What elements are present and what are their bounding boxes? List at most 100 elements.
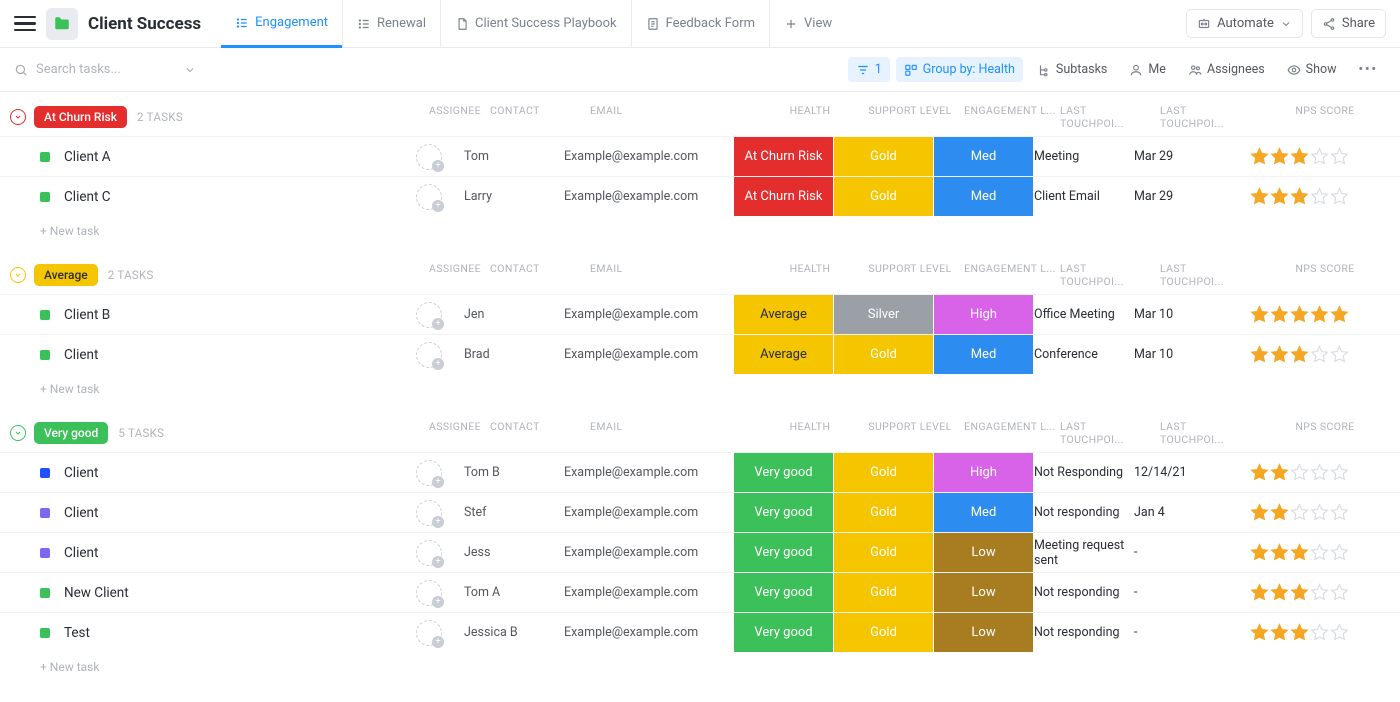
task-name[interactable]: Test — [64, 625, 394, 641]
chevron-down-icon[interactable] — [184, 64, 196, 76]
assignee-placeholder-icon[interactable] — [416, 144, 442, 170]
tab-feedback-form[interactable]: Feedback Form — [631, 0, 769, 47]
table-row[interactable]: Test Jessica B Example@example.com Very … — [0, 612, 1400, 652]
nps-cell[interactable] — [1234, 533, 1364, 572]
status-square[interactable] — [40, 508, 50, 518]
tab-engagement[interactable]: Engagement — [221, 1, 342, 48]
chip[interactable]: Gold — [834, 335, 934, 374]
groupby-button[interactable]: Group by: Health — [896, 57, 1023, 82]
chip[interactable]: Gold — [834, 453, 934, 492]
assignee-cell[interactable] — [394, 613, 464, 652]
search-input-wrap[interactable] — [14, 62, 224, 77]
table-row[interactable]: Client Brad Example@example.com AverageG… — [0, 334, 1400, 374]
collapse-toggle[interactable] — [10, 267, 26, 283]
table-row[interactable]: Client Tom B Example@example.com Very go… — [0, 452, 1400, 492]
assignee-cell[interactable] — [394, 335, 464, 374]
table-row[interactable]: Client B Jen Example@example.com Average… — [0, 294, 1400, 334]
status-square[interactable] — [40, 468, 50, 478]
chip[interactable]: At Churn Risk — [734, 177, 834, 216]
tab-renewal[interactable]: Renewal — [342, 0, 440, 47]
table-row[interactable]: New Client Tom A Example@example.com Ver… — [0, 572, 1400, 612]
status-square[interactable] — [40, 588, 50, 598]
nps-cell[interactable] — [1234, 335, 1364, 374]
status-square[interactable] — [40, 192, 50, 202]
assignee-cell[interactable] — [394, 533, 464, 572]
chip[interactable]: Med — [934, 177, 1034, 216]
collapse-toggle[interactable] — [10, 109, 26, 125]
group-pill[interactable]: Very good — [34, 422, 108, 444]
status-square[interactable] — [40, 548, 50, 558]
filter-button[interactable]: 1 — [848, 57, 890, 82]
folder-icon[interactable] — [46, 8, 78, 40]
nps-cell[interactable] — [1234, 453, 1364, 492]
new-task-button[interactable]: + New task — [0, 652, 1400, 682]
chip[interactable]: Med — [934, 335, 1034, 374]
assignees-button[interactable]: Assignees — [1180, 57, 1273, 82]
share-button[interactable]: Share — [1311, 9, 1386, 38]
assignee-placeholder-icon[interactable] — [416, 460, 442, 486]
menu-icon[interactable] — [14, 13, 36, 35]
chip[interactable]: Very good — [734, 533, 834, 572]
chip[interactable]: Low — [934, 533, 1034, 572]
nps-cell[interactable] — [1234, 493, 1364, 532]
status-square[interactable] — [40, 350, 50, 360]
automate-button[interactable]: Automate — [1186, 9, 1303, 38]
chip[interactable]: Med — [934, 493, 1034, 532]
task-name[interactable]: Client B — [64, 307, 394, 323]
status-square[interactable] — [40, 310, 50, 320]
chip[interactable]: Gold — [834, 493, 934, 532]
subtasks-button[interactable]: Subtasks — [1029, 57, 1115, 82]
status-square[interactable] — [40, 152, 50, 162]
chip[interactable]: Gold — [834, 613, 934, 652]
assignee-cell[interactable] — [394, 295, 464, 334]
task-name[interactable]: Client C — [64, 189, 394, 205]
group-pill[interactable]: At Churn Risk — [34, 106, 127, 128]
nps-cell[interactable] — [1234, 573, 1364, 612]
add-view-button[interactable]: View — [769, 0, 846, 47]
table-row[interactable]: Client Jess Example@example.com Very goo… — [0, 532, 1400, 572]
search-input[interactable] — [36, 62, 176, 77]
me-button[interactable]: Me — [1121, 57, 1174, 82]
assignee-placeholder-icon[interactable] — [416, 342, 442, 368]
chip[interactable]: High — [934, 453, 1034, 492]
chip[interactable]: At Churn Risk — [734, 137, 834, 176]
chip[interactable]: Gold — [834, 177, 934, 216]
chip[interactable]: Very good — [734, 613, 834, 652]
nps-cell[interactable] — [1234, 613, 1364, 652]
chip[interactable]: Average — [734, 335, 834, 374]
assignee-placeholder-icon[interactable] — [416, 184, 442, 210]
table-row[interactable]: Client Stef Example@example.com Very goo… — [0, 492, 1400, 532]
tab-client-success-playbook[interactable]: Client Success Playbook — [440, 0, 631, 47]
chip[interactable]: Gold — [834, 533, 934, 572]
chip[interactable]: Very good — [734, 453, 834, 492]
assignee-cell[interactable] — [394, 177, 464, 216]
chip[interactable]: Very good — [734, 573, 834, 612]
nps-cell[interactable] — [1234, 137, 1364, 176]
table-row[interactable]: Client A Tom Example@example.com At Chur… — [0, 136, 1400, 176]
chip[interactable]: High — [934, 295, 1034, 334]
assignee-cell[interactable] — [394, 493, 464, 532]
chip[interactable]: Low — [934, 613, 1034, 652]
task-name[interactable]: Client — [64, 545, 394, 561]
collapse-toggle[interactable] — [10, 425, 26, 441]
assignee-placeholder-icon[interactable] — [416, 302, 442, 328]
new-task-button[interactable]: + New task — [0, 374, 1400, 404]
assignee-cell[interactable] — [394, 453, 464, 492]
task-name[interactable]: Client — [64, 347, 394, 363]
table-row[interactable]: Client C Larry Example@example.com At Ch… — [0, 176, 1400, 216]
task-name[interactable]: Client A — [64, 149, 394, 165]
chip[interactable]: Gold — [834, 573, 934, 612]
chip[interactable]: Low — [934, 573, 1034, 612]
assignee-placeholder-icon[interactable] — [416, 620, 442, 646]
group-pill[interactable]: Average — [34, 264, 98, 286]
chip[interactable]: Average — [734, 295, 834, 334]
more-button[interactable]: ••• — [1351, 57, 1386, 82]
task-name[interactable]: New Client — [64, 585, 394, 601]
assignee-cell[interactable] — [394, 573, 464, 612]
show-button[interactable]: Show — [1279, 57, 1345, 82]
nps-cell[interactable] — [1234, 177, 1364, 216]
assignee-cell[interactable] — [394, 137, 464, 176]
assignee-placeholder-icon[interactable] — [416, 540, 442, 566]
task-name[interactable]: Client — [64, 465, 394, 481]
nps-cell[interactable] — [1234, 295, 1364, 334]
